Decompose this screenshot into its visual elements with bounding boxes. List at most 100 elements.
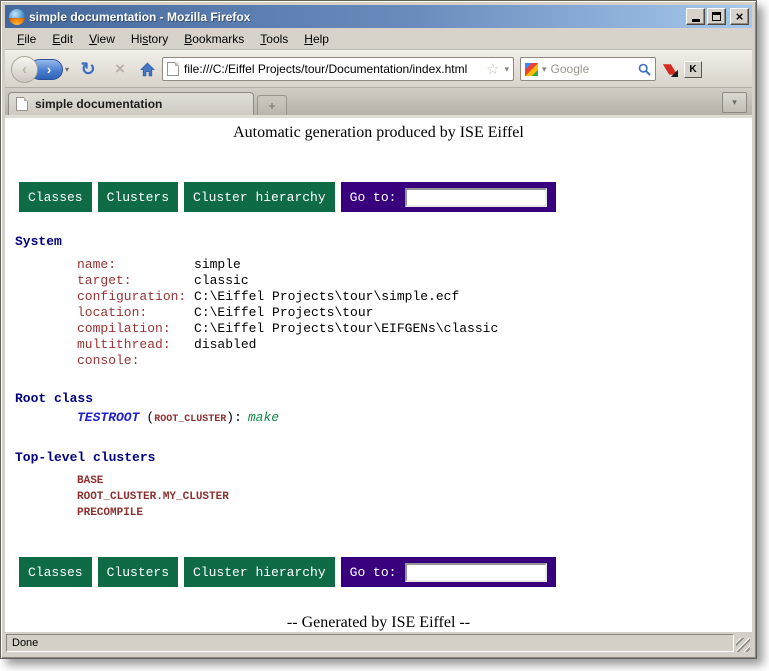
goto-box: Go to:	[341, 557, 557, 587]
menu-help[interactable]: Help	[296, 29, 337, 49]
goto-input[interactable]	[405, 188, 547, 207]
system-entry: target:classic	[77, 273, 752, 289]
k-addon-label: K	[689, 64, 696, 75]
maximize-icon	[712, 12, 721, 21]
paren-close: )	[226, 410, 234, 425]
system-entries: name:simple target:classic configuration…	[77, 257, 752, 369]
address-input[interactable]	[184, 62, 481, 76]
system-entry: name:simple	[77, 257, 752, 273]
window-controls: ×	[686, 8, 749, 25]
tab-simple-documentation[interactable]: simple documentation	[8, 92, 254, 115]
browser-window: simple documentation - Mozilla Firefox ×…	[0, 0, 757, 659]
google-icon[interactable]	[525, 63, 538, 76]
page-title: Automatic generation produced by ISE Eif…	[5, 124, 752, 142]
goto-input[interactable]	[405, 563, 547, 582]
system-entry: console:	[77, 353, 752, 369]
status-panel: Done	[6, 634, 734, 652]
kaspersky-icon[interactable]	[662, 61, 678, 77]
doc-nav-top: Classes Clusters Cluster hierarchy Go to…	[19, 182, 752, 212]
root-class-link[interactable]: TESTROOT	[77, 410, 139, 425]
menu-history[interactable]: History	[123, 29, 176, 49]
entry-value: simple	[194, 257, 241, 272]
tab-strip: simple documentation + ▾	[5, 88, 752, 115]
bookmark-star-icon[interactable]: ☆	[486, 60, 499, 78]
search-box: ▾	[520, 57, 656, 81]
address-bar: ☆ ▾	[162, 57, 514, 81]
refresh-button[interactable]: ↻	[75, 59, 101, 80]
system-entry: location:C:\Eiffel Projects\tour	[77, 305, 752, 321]
window-title: simple documentation - Mozilla Firefox	[29, 10, 682, 24]
list-all-tabs-button[interactable]: ▾	[722, 92, 747, 113]
maximize-button[interactable]	[707, 8, 726, 25]
menu-edit[interactable]: Edit	[44, 29, 81, 49]
home-icon	[139, 61, 156, 78]
footer-line1: -- Generated by ISE Eiffel --	[5, 613, 752, 632]
tab-page-icon	[16, 97, 28, 111]
tab-list-caret-icon: ▾	[732, 97, 737, 108]
page-footer: -- Generated by ISE Eiffel -- For more d…	[5, 613, 752, 632]
menu-file[interactable]: File	[9, 29, 44, 49]
root-cluster-name: ROOT_CLUSTER	[154, 414, 226, 425]
search-engine-dropdown[interactable]: ▾	[542, 64, 547, 75]
root-class-entry: TESTROOT(ROOT_CLUSTER):make	[77, 410, 752, 428]
minimize-icon	[692, 19, 700, 22]
cluster-link-root-cluster-my-cluster[interactable]: ROOT_CLUSTER.MY_CLUSTER	[77, 489, 752, 505]
system-heading: System	[15, 234, 752, 249]
cluster-list: BASE ROOT_CLUSTER.MY_CLUSTER PRECOMPILE	[77, 473, 752, 521]
cluster-hierarchy-button[interactable]: Cluster hierarchy	[184, 557, 335, 587]
new-tab-button[interactable]: +	[257, 95, 287, 115]
minimize-button[interactable]	[686, 8, 705, 25]
close-icon: ×	[736, 12, 744, 22]
entry-label: name:	[77, 257, 194, 273]
firefox-icon[interactable]	[9, 9, 25, 25]
cluster-link-base[interactable]: BASE	[77, 473, 752, 489]
navigation-toolbar: ‹ › ▾ ↻ × ☆ ▾ ▾ K	[5, 50, 752, 88]
doc-nav-bottom: Classes Clusters Cluster hierarchy Go to…	[19, 557, 752, 587]
goto-box: Go to:	[341, 182, 557, 212]
resize-grip[interactable]	[736, 638, 750, 652]
entry-label: target:	[77, 273, 194, 289]
cluster-hierarchy-button[interactable]: Cluster hierarchy	[184, 182, 335, 212]
cluster-link-precompile[interactable]: PRECOMPILE	[77, 505, 752, 521]
stop-button[interactable]: ×	[107, 59, 133, 79]
back-icon: ‹	[22, 61, 27, 78]
back-button[interactable]: ‹	[11, 56, 38, 83]
menu-bar: File Edit View History Bookmarks Tools H…	[5, 28, 752, 50]
back-forward-group: ‹ › ▾	[11, 56, 69, 83]
new-tab-icon: +	[268, 99, 275, 113]
entry-label: compilation:	[77, 321, 194, 337]
menu-view[interactable]: View	[81, 29, 123, 49]
status-text: Done	[12, 637, 38, 649]
close-button[interactable]: ×	[730, 8, 749, 25]
entry-value: classic	[194, 273, 249, 288]
entry-value: C:\Eiffel Projects\tour\EIFGENs\classic	[194, 321, 498, 336]
address-dropdown[interactable]: ▾	[504, 64, 509, 75]
classes-button[interactable]: Classes	[19, 557, 92, 587]
entry-label: multithread:	[77, 337, 194, 353]
history-dropdown[interactable]: ▾	[65, 65, 69, 74]
menu-tools[interactable]: Tools	[252, 29, 296, 49]
system-entry: multithread:disabled	[77, 337, 752, 353]
clusters-button[interactable]: Clusters	[98, 182, 178, 212]
goto-label: Go to:	[350, 190, 397, 205]
title-bar[interactable]: simple documentation - Mozilla Firefox ×	[5, 5, 752, 28]
search-magnifier-icon[interactable]	[638, 63, 651, 76]
entry-label: location:	[77, 305, 194, 321]
search-input[interactable]	[551, 62, 634, 76]
entry-value: C:\Eiffel Projects\tour\simple.ecf	[194, 289, 459, 304]
k-addon-button[interactable]: K	[684, 61, 702, 78]
menu-bookmarks[interactable]: Bookmarks	[176, 29, 252, 49]
tab-label: simple documentation	[35, 97, 162, 111]
creation-feature-link[interactable]: make	[248, 410, 279, 425]
home-button[interactable]	[139, 61, 156, 78]
classes-button[interactable]: Classes	[19, 182, 92, 212]
entry-label: configuration:	[77, 289, 194, 305]
page-icon	[167, 62, 179, 76]
entry-value: disabled	[194, 337, 256, 352]
page-content: Automatic generation produced by ISE Eif…	[5, 118, 752, 632]
system-entry: compilation:C:\Eiffel Projects\tour\EIFG…	[77, 321, 752, 337]
entry-value: C:\Eiffel Projects\tour	[194, 305, 373, 320]
clusters-button[interactable]: Clusters	[98, 557, 178, 587]
entry-label: console:	[77, 353, 194, 369]
goto-label: Go to:	[350, 565, 397, 580]
